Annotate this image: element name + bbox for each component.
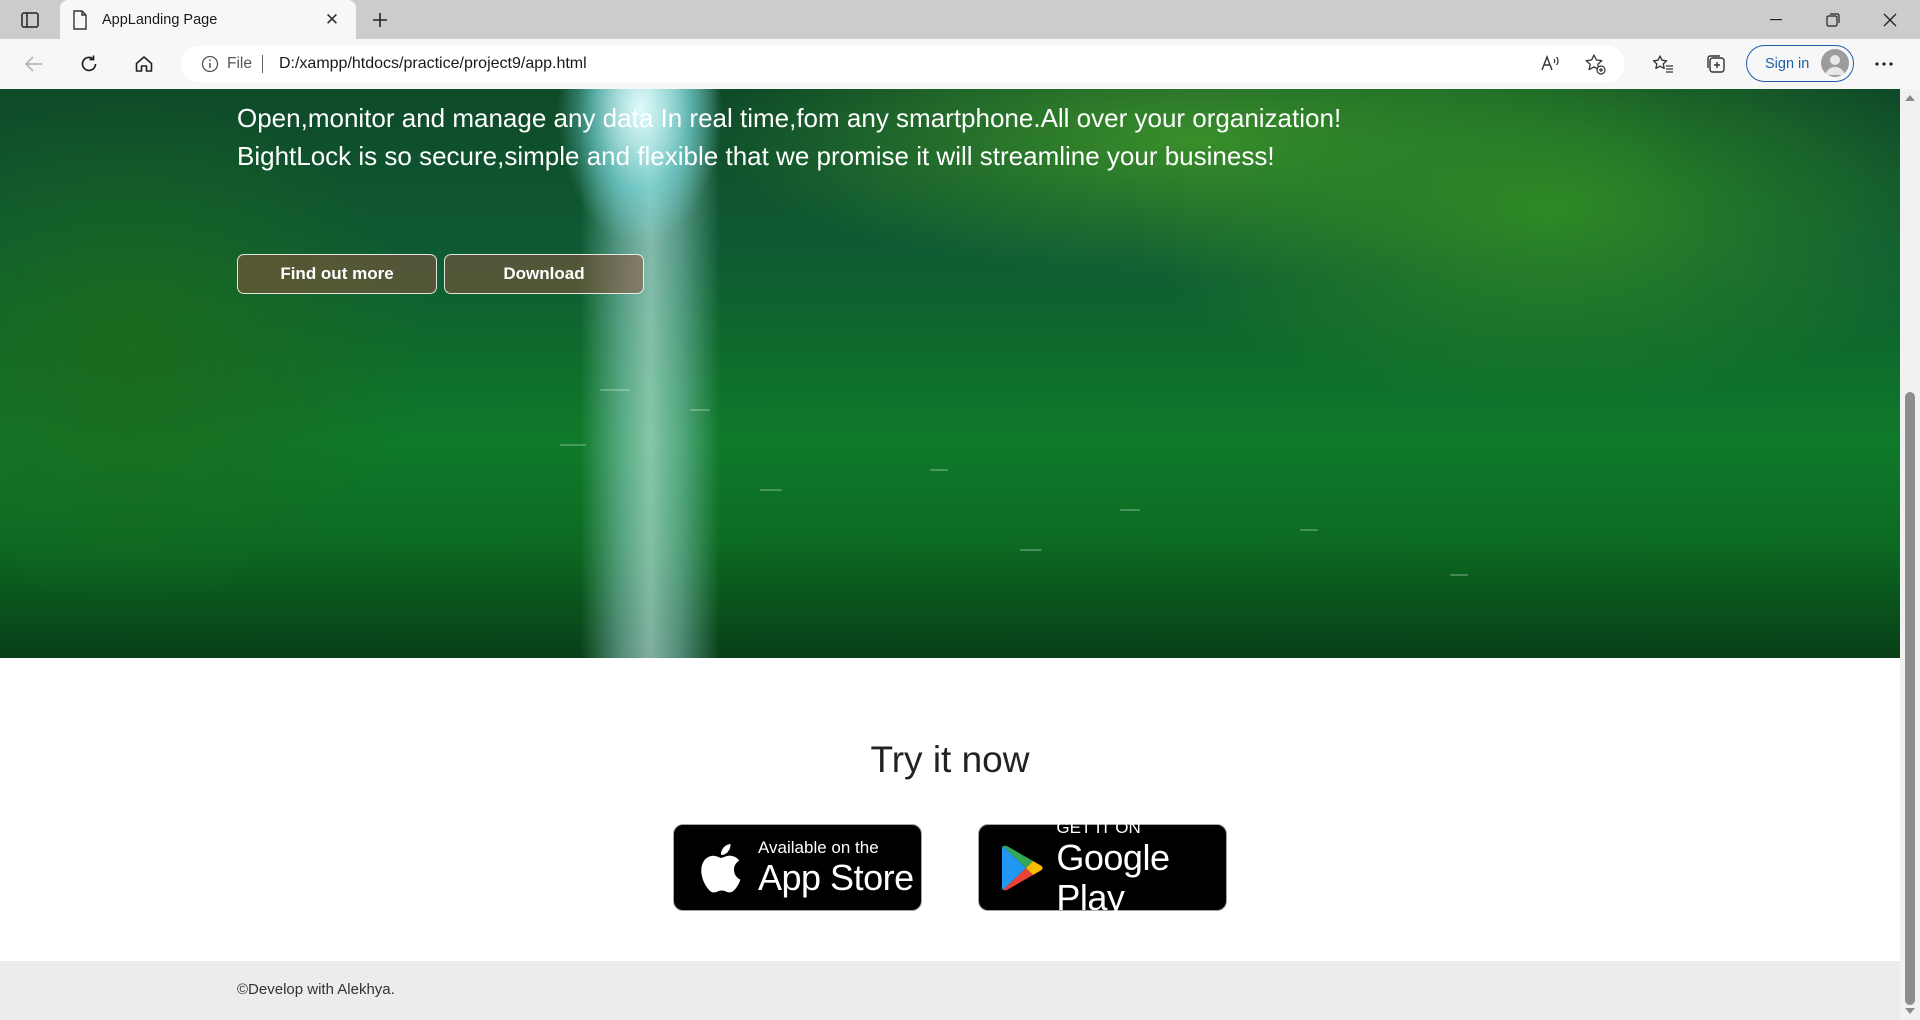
scroll-down-arrow-icon[interactable] [1905, 1008, 1915, 1014]
hero-section: Open,monitor and manage any data In real… [0, 89, 1900, 658]
hero-description: Open,monitor and manage any data In real… [237, 99, 1387, 175]
water-shimmer [1120, 509, 1140, 511]
info-icon[interactable] [201, 55, 219, 73]
address-separator [261, 55, 263, 73]
favorites-icon[interactable] [1647, 48, 1679, 80]
sign-in-label: Sign in [1765, 55, 1810, 72]
more-options-icon[interactable] [1868, 48, 1900, 80]
address-protocol: File [227, 55, 252, 72]
google-play-badge[interactable]: GET IT ON Google Play [978, 818, 1227, 917]
new-tab-icon[interactable] [366, 7, 394, 33]
apple-icon [690, 838, 750, 898]
add-favorite-icon[interactable] [1579, 48, 1611, 80]
back-arrow-icon[interactable] [18, 48, 50, 80]
read-aloud-icon[interactable] [1535, 48, 1567, 80]
find-out-more-button[interactable]: Find out more [237, 254, 437, 294]
browser-tab-bar: AppLanding Page ✕ [0, 0, 1920, 39]
browser-toolbar: File D:/xampp/htdocs/practice/project9/a… [0, 39, 1920, 89]
page-viewport: Open,monitor and manage any data In real… [0, 89, 1900, 1020]
close-tab-icon[interactable]: ✕ [320, 8, 344, 32]
water-shimmer [560, 444, 586, 446]
app-store-badge[interactable]: Available on the App Store [673, 824, 922, 911]
water-shimmer [760, 489, 782, 491]
vertical-scrollbar[interactable] [1900, 89, 1920, 1020]
water-shimmer [690, 409, 710, 411]
try-it-now-heading: Try it now [870, 739, 1030, 780]
hero-line-2: BightLock is so secure,simple and flexib… [237, 141, 1275, 171]
avatar [1821, 49, 1849, 77]
water-shimmer [1450, 574, 1468, 576]
google-play-icon [995, 838, 1048, 898]
water-shimmer [1020, 549, 1042, 551]
sign-in-button[interactable]: Sign in [1746, 45, 1854, 82]
google-play-small-text: GET IT ON [1056, 817, 1141, 837]
scrollbar-thumb[interactable] [1905, 392, 1915, 1005]
app-store-small-text: Available on the [758, 837, 879, 857]
app-store-text: Available on the App Store [758, 838, 914, 898]
address-bar[interactable]: File D:/xampp/htdocs/practice/project9/a… [181, 46, 1625, 82]
home-icon[interactable] [128, 48, 160, 80]
water-shimmer [600, 389, 630, 391]
water-shimmer [1300, 529, 1318, 531]
scroll-up-arrow-icon[interactable] [1905, 95, 1915, 101]
minimize-icon[interactable] [1748, 0, 1804, 39]
app-store-big-text: App Store [758, 856, 914, 898]
water-shimmer [930, 469, 948, 471]
download-button[interactable]: Download [444, 254, 644, 294]
close-window-icon[interactable] [1862, 0, 1918, 39]
hero-line-1: Open,monitor and manage any data In real… [237, 103, 1342, 133]
restore-icon[interactable] [1805, 0, 1861, 39]
document-icon [73, 9, 87, 30]
page-footer: ©Develop with Alekhya. [0, 961, 1900, 1020]
footer-copyright: ©Develop with Alekhya. [237, 981, 395, 998]
collections-icon[interactable] [1700, 48, 1732, 80]
refresh-icon[interactable] [73, 48, 105, 80]
address-url[interactable]: D:/xampp/htdocs/practice/project9/app.ht… [279, 55, 1625, 73]
tab-title: AppLanding Page [102, 11, 218, 28]
browser-tab[interactable]: AppLanding Page ✕ [60, 0, 356, 39]
google-play-text: GET IT ON Google Play [1056, 818, 1226, 918]
google-play-big-text: Google Play [1056, 836, 1170, 918]
tab-actions-icon[interactable] [14, 8, 46, 32]
